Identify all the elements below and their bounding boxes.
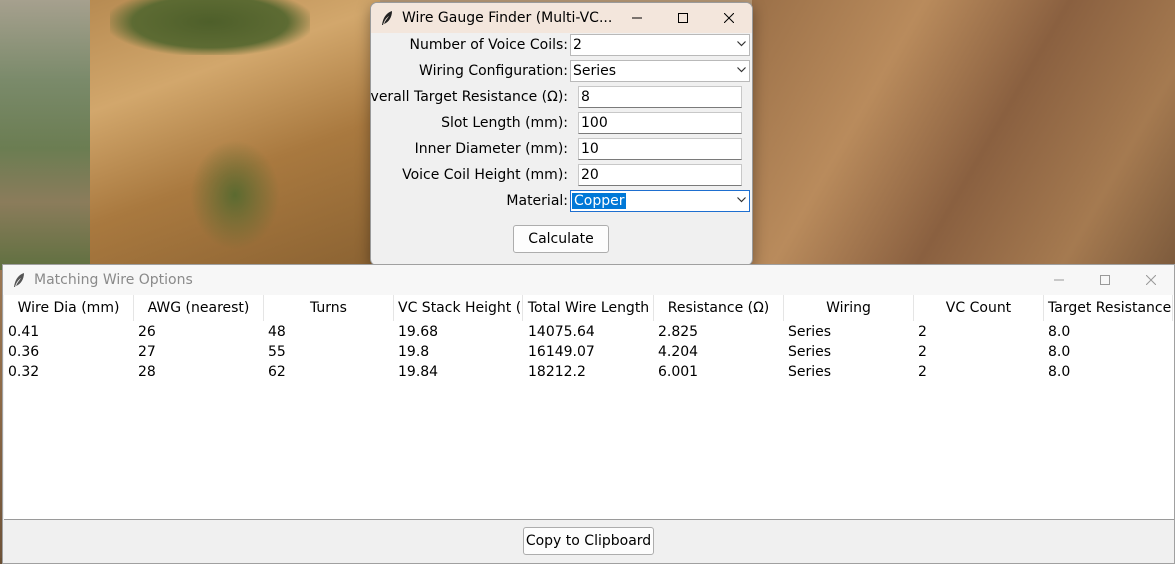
dialog-title: Wire Gauge Finder (Multi-VC... [402,10,613,26]
inner-diameter-label: Inner Diameter (mm): [414,141,568,157]
maximize-icon [1100,275,1110,285]
material-value: Copper [572,193,627,209]
column-header-resistance[interactable]: Resistance (Ω) [654,295,784,321]
wire-gauge-finder-window: Wire Gauge Finder (Multi-VC... Number of… [370,2,753,266]
table-body: 0.41 26 48 19.68 14075.64 2.825 Series 2… [4,322,1174,382]
cell-wire-dia: 0.36 [8,344,40,360]
num-coils-value: 2 [573,37,582,53]
num-coils-combobox[interactable]: 2 [570,34,750,56]
form-row-slot-length: Slot Length (mm): [371,112,752,136]
material-label: Material: [506,193,568,209]
cell-vc-stack-height: 19.84 [398,364,439,380]
form-row-wiring: Wiring Configuration: Series [371,60,752,84]
cell-wiring: Series [788,344,832,360]
close-icon [1146,275,1156,285]
cell-total-wire-length: 16149.07 [528,344,595,360]
column-header-turns[interactable]: Turns [264,295,394,321]
feather-icon [380,10,394,26]
column-header-target-resistance[interactable]: Target Resistance (Ω) [1044,295,1173,321]
column-header-wire-dia[interactable]: Wire Dia (mm) [4,295,134,321]
form-row-material: Material: Copper [371,190,752,214]
inner-diameter-input[interactable] [579,139,731,159]
table-row[interactable]: 0.36 27 55 19.8 16149.07 4.204 Series 2 … [4,342,1174,362]
results-title: Matching Wire Options [34,272,193,288]
minimize-icon [1054,279,1064,281]
chevron-down-icon [737,197,746,203]
cell-awg: 28 [138,364,156,380]
target-resistance-label: Overall Target Resistance (Ω): [370,89,568,105]
column-header-awg[interactable]: AWG (nearest) [134,295,264,321]
column-header-vc-stack-height[interactable]: VC Stack Height (mm) [394,295,523,321]
cell-total-wire-length: 18212.2 [528,364,586,380]
cell-turns: 55 [268,344,286,360]
table-row[interactable]: 0.41 26 48 19.68 14075.64 2.825 Series 2… [4,322,1174,342]
vc-height-label: Voice Coil Height (mm): [402,167,568,183]
maximize-icon [678,13,688,23]
cell-wiring: Series [788,324,832,340]
cell-total-wire-length: 14075.64 [528,324,595,340]
cell-vc-stack-height: 19.68 [398,324,439,340]
wallpaper-vegetation-lower [190,140,280,250]
column-header-vc-count[interactable]: VC Count [914,295,1044,321]
num-coils-label: Number of Voice Coils: [409,37,568,53]
cell-resistance: 6.001 [658,364,699,380]
cell-target-resistance: 8.0 [1048,344,1071,360]
slot-length-entry[interactable] [578,112,742,134]
cell-awg: 27 [138,344,156,360]
results-table[interactable]: Wire Dia (mm) AWG (nearest) Turns VC Sta… [4,295,1174,520]
table-row[interactable]: 0.32 28 62 19.84 18212.2 6.001 Series 2 … [4,362,1174,382]
chevron-down-icon [737,41,746,47]
cell-awg: 26 [138,324,156,340]
chevron-down-icon [737,67,746,73]
cell-resistance: 2.825 [658,324,699,340]
table-header: Wire Dia (mm) AWG (nearest) Turns VC Sta… [4,295,1174,321]
cell-target-resistance: 8.0 [1048,324,1071,340]
matching-wire-options-window: Matching Wire Options Wire Dia (mm) AWG … [2,264,1175,564]
maximize-button[interactable] [660,3,706,33]
cell-resistance: 4.204 [658,344,699,360]
slot-length-label: Slot Length (mm): [441,115,568,131]
results-close-button[interactable] [1128,265,1174,295]
wiring-label: Wiring Configuration: [419,63,568,79]
inner-diameter-entry[interactable] [578,138,742,160]
cell-turns: 48 [268,324,286,340]
close-icon [724,13,734,23]
form-row-num-coils: Number of Voice Coils: 2 [371,34,752,58]
copy-to-clipboard-button[interactable]: Copy to Clipboard [523,527,654,555]
calculate-button[interactable]: Calculate [513,225,609,253]
results-maximize-button[interactable] [1082,265,1128,295]
column-header-wiring[interactable]: Wiring [784,295,914,321]
results-minimize-button[interactable] [1036,265,1082,295]
vc-height-entry[interactable] [578,164,742,186]
material-combobox[interactable]: Copper [570,190,750,212]
cell-vc-count: 2 [918,344,927,360]
dialog-titlebar[interactable]: Wire Gauge Finder (Multi-VC... [371,3,752,33]
cell-vc-count: 2 [918,364,927,380]
cell-turns: 62 [268,364,286,380]
target-resistance-input[interactable] [579,87,731,107]
wiring-value: Series [573,63,617,79]
cell-wire-dia: 0.41 [8,324,40,340]
cell-wiring: Series [788,364,832,380]
form-row-target-resistance: Overall Target Resistance (Ω): [371,86,752,110]
slot-length-input[interactable] [579,113,731,133]
minimize-icon [632,17,642,19]
wallpaper-cliff-right [752,0,1175,270]
wallpaper-vegetation [110,0,310,55]
cell-target-resistance: 8.0 [1048,364,1071,380]
target-resistance-entry[interactable] [578,86,742,108]
minimize-button[interactable] [614,3,660,33]
feather-icon [12,272,26,288]
vc-height-input[interactable] [579,165,731,185]
form-row-vc-height: Voice Coil Height (mm): [371,164,752,188]
cell-wire-dia: 0.32 [8,364,40,380]
form-row-inner-diameter: Inner Diameter (mm): [371,138,752,162]
wiring-combobox[interactable]: Series [570,60,750,82]
cell-vc-count: 2 [918,324,927,340]
cell-vc-stack-height: 19.8 [398,344,430,360]
results-titlebar[interactable]: Matching Wire Options [3,265,1174,295]
close-button[interactable] [706,3,752,33]
column-header-total-wire-length[interactable]: Total Wire Length [524,295,654,321]
